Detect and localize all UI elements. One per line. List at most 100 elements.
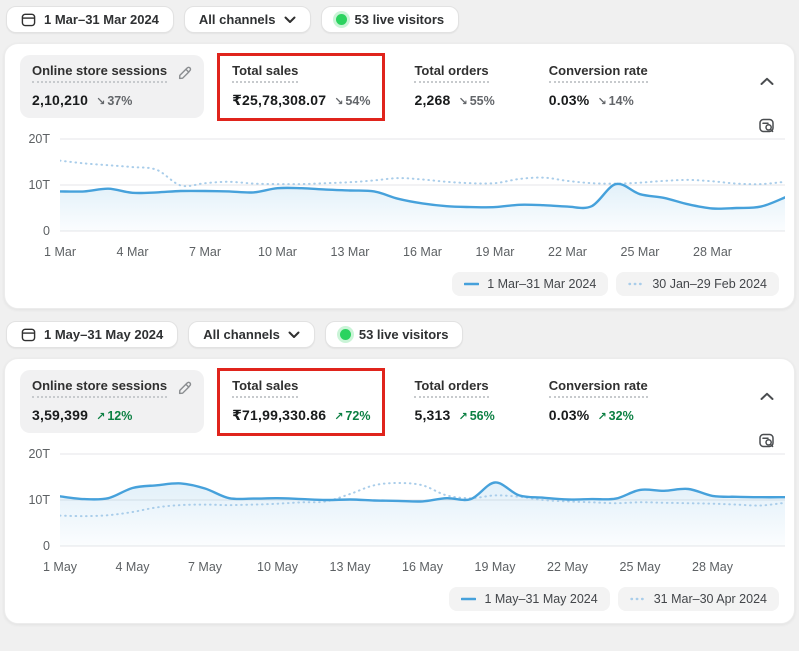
y-tick-label: 10T	[28, 493, 50, 507]
metrics-row: Online store sessions 2,10,210 ↘37% Tota…	[20, 55, 779, 119]
metric-delta: ↘54%	[334, 94, 370, 108]
live-dot-icon	[336, 14, 347, 25]
x-tick-label: 10 Mar	[258, 245, 297, 259]
metric-delta: ↘55%	[459, 94, 495, 108]
metric-online-store-sessions[interactable]: Online store sessions 3,59,399 ↗12%	[20, 370, 204, 433]
collapse-panel-button[interactable]	[758, 387, 776, 406]
metric-delta: ↘37%	[96, 94, 132, 108]
legend-label: 1 May–31 May 2024	[484, 592, 597, 606]
trend-arrow-icon: ↗	[459, 411, 468, 423]
live-visitors-badge[interactable]: 53 live visitors	[321, 6, 460, 33]
edit-metric-icon[interactable]	[177, 381, 192, 396]
metric-label: Total sales	[232, 378, 298, 398]
metric-total-sales[interactable]: Total sales ₹71,99,330.86 ↗72%	[220, 370, 382, 434]
chevron-up-icon	[760, 392, 774, 401]
channels-label: All channels	[199, 12, 276, 27]
metric-value: 2,10,210	[32, 92, 88, 108]
legend-label: 31 Mar–30 Apr 2024	[654, 592, 767, 606]
panel-controls	[756, 72, 778, 140]
legend-current-period[interactable]: 1 Mar–31 Mar 2024	[452, 272, 608, 296]
topbar-may: 1 May–31 May 2024 All channels 53 live v…	[6, 321, 795, 348]
trend-arrow-icon: ↗	[597, 411, 606, 423]
metric-label: Total orders	[414, 378, 488, 398]
edit-metric-icon[interactable]	[177, 66, 192, 81]
chevron-down-icon	[284, 16, 296, 24]
metric-value: ₹25,78,308.07	[232, 92, 326, 109]
dotted-line-swatch-icon	[628, 282, 644, 286]
x-tick-label: 16 May	[402, 560, 443, 574]
metric-online-store-sessions[interactable]: Online store sessions 2,10,210 ↘37%	[20, 55, 204, 118]
metric-delta: ↗72%	[334, 409, 370, 423]
metric-label: Total orders	[414, 63, 488, 83]
metric-delta: ↗56%	[459, 409, 495, 423]
date-range-label: 1 Mar–31 Mar 2024	[44, 12, 159, 27]
live-visitors-label: 53 live visitors	[355, 12, 445, 27]
trend-arrow-icon: ↘	[459, 96, 468, 108]
x-tick-label: 25 Mar	[621, 245, 660, 259]
legend-label: 30 Jan–29 Feb 2024	[652, 277, 767, 291]
x-tick-label: 28 May	[692, 560, 733, 574]
analytics-dashboard: 1 Mar–31 Mar 2024 All channels 53 live v…	[0, 0, 799, 624]
live-visitors-badge[interactable]: 53 live visitors	[325, 321, 464, 348]
channels-dropdown[interactable]: All channels	[188, 321, 315, 348]
y-axis-labels: 010T20T	[20, 450, 60, 550]
legend-previous-period[interactable]: 31 Mar–30 Apr 2024	[618, 587, 779, 611]
legend-current-period[interactable]: 1 May–31 May 2024	[449, 587, 609, 611]
date-range-button[interactable]: 1 Mar–31 Mar 2024	[6, 6, 174, 33]
x-tick-label: 7 Mar	[189, 245, 221, 259]
trend-arrow-icon: ↗	[334, 411, 343, 423]
metric-total-orders[interactable]: Total orders 5,313 ↗56%	[402, 370, 506, 433]
x-tick-label: 1 Mar	[44, 245, 76, 259]
metric-conversion-rate[interactable]: Conversion rate 0.03% ↗32%	[537, 370, 660, 433]
plot-area: 1 Mar4 Mar7 Mar10 Mar13 Mar16 Mar19 Mar2…	[60, 135, 785, 262]
inspect-data-button[interactable]	[756, 430, 778, 455]
chart-area: 010T20T 1 May4 May7 May10 May13 May16 Ma…	[20, 450, 779, 577]
date-range-button[interactable]: 1 May–31 May 2024	[6, 321, 178, 348]
y-tick-label: 0	[43, 224, 50, 238]
sales-chart-may[interactable]	[60, 450, 785, 550]
chart-legend: 1 Mar–31 Mar 2024 30 Jan–29 Feb 2024	[20, 272, 779, 296]
live-dot-icon	[340, 329, 351, 340]
x-tick-label: 7 May	[188, 560, 222, 574]
date-range-label: 1 May–31 May 2024	[44, 327, 163, 342]
trend-arrow-icon: ↗	[96, 411, 105, 423]
topbar-march: 1 Mar–31 Mar 2024 All channels 53 live v…	[6, 6, 795, 33]
x-tick-label: 19 May	[475, 560, 516, 574]
collapse-panel-button[interactable]	[758, 72, 776, 91]
x-tick-label: 25 May	[620, 560, 661, 574]
live-visitors-label: 53 live visitors	[359, 327, 449, 342]
solid-line-swatch-icon	[461, 597, 476, 601]
trend-arrow-icon: ↘	[96, 96, 105, 108]
metric-label: Total sales	[232, 63, 298, 83]
x-tick-label: 1 May	[43, 560, 77, 574]
metric-conversion-rate[interactable]: Conversion rate 0.03% ↘14%	[537, 55, 660, 118]
metric-value: 0.03%	[549, 407, 590, 423]
x-tick-label: 4 May	[115, 560, 149, 574]
y-tick-label: 10T	[28, 178, 50, 192]
x-tick-label: 13 May	[330, 560, 371, 574]
metric-total-sales[interactable]: Total sales ₹25,78,308.07 ↘54%	[220, 55, 382, 119]
x-axis-labels: 1 May4 May7 May10 May13 May16 May19 May2…	[60, 553, 785, 577]
inspect-data-icon	[758, 432, 776, 450]
legend-label: 1 Mar–31 Mar 2024	[487, 277, 596, 291]
metric-total-orders[interactable]: Total orders 2,268 ↘55%	[402, 55, 506, 118]
panel-controls	[756, 387, 778, 455]
channels-dropdown[interactable]: All channels	[184, 6, 311, 33]
chevron-down-icon	[288, 331, 300, 339]
channels-label: All channels	[203, 327, 280, 342]
y-axis-labels: 0 10T 20T	[20, 135, 60, 235]
metrics-row: Online store sessions 3,59,399 ↗12% Tota…	[20, 370, 779, 434]
metric-label: Conversion rate	[549, 63, 648, 83]
x-tick-label: 22 Mar	[548, 245, 587, 259]
metric-value: 0.03%	[549, 92, 590, 108]
legend-previous-period[interactable]: 30 Jan–29 Feb 2024	[616, 272, 779, 296]
plot-area: 1 May4 May7 May10 May13 May16 May19 May2…	[60, 450, 785, 577]
sales-chart-march[interactable]	[60, 135, 785, 235]
trend-arrow-icon: ↘	[334, 96, 343, 108]
metric-delta: ↗32%	[597, 409, 633, 423]
x-tick-label: 4 Mar	[117, 245, 149, 259]
trend-arrow-icon: ↘	[597, 96, 606, 108]
inspect-data-button[interactable]	[756, 115, 778, 140]
calendar-icon	[21, 327, 36, 342]
y-tick-label: 20T	[28, 132, 50, 146]
